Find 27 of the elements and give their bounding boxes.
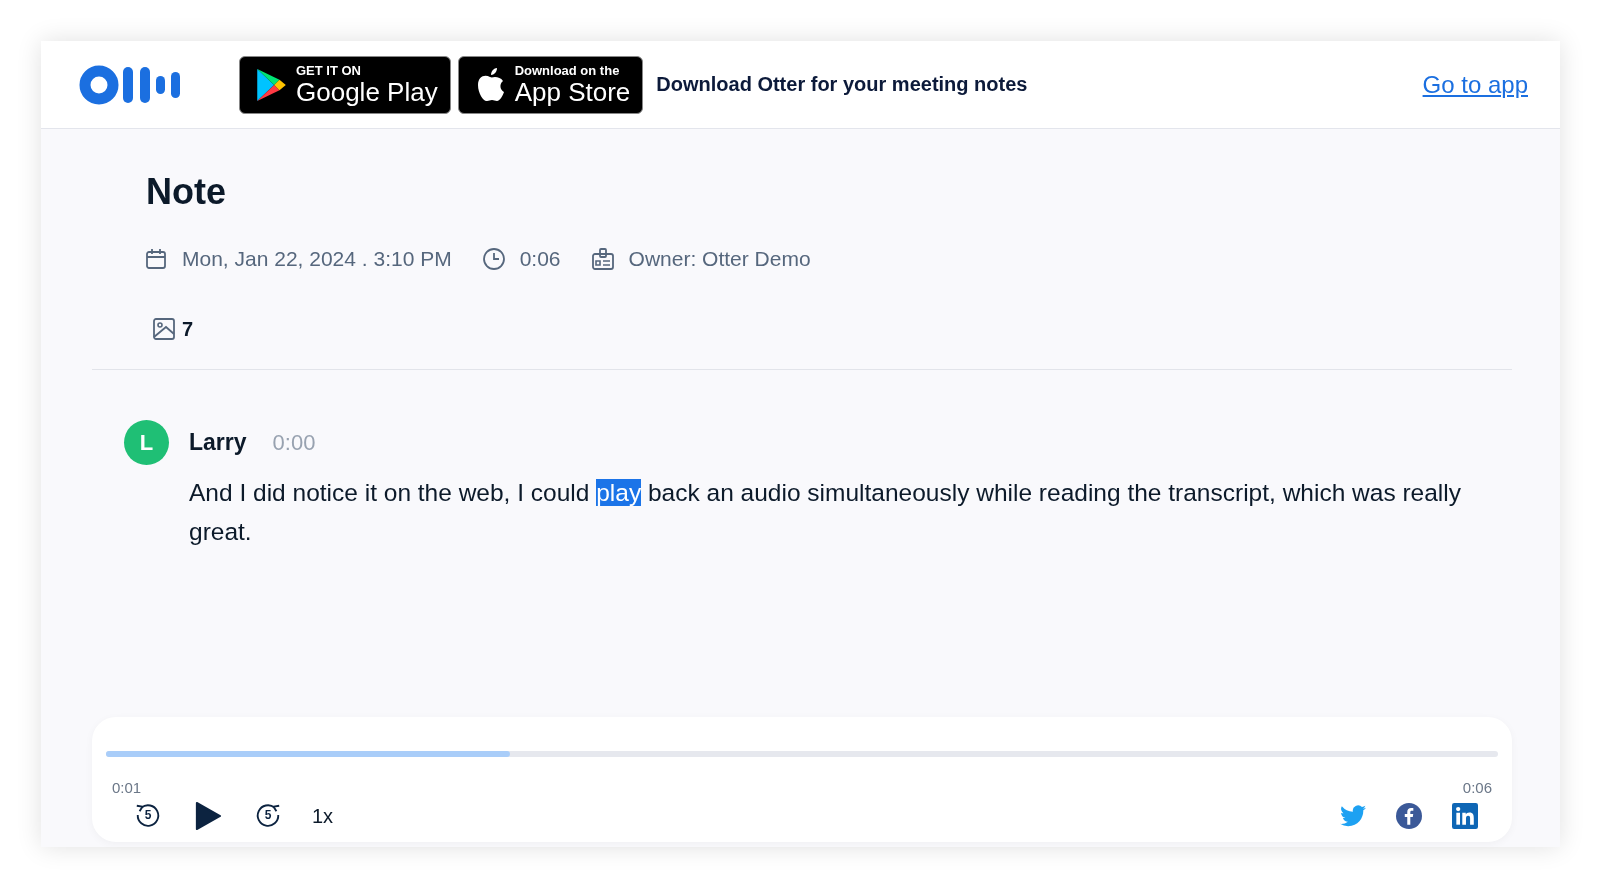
note-date: Mon, Jan 22, 2024 . 3:10 PM: [182, 247, 452, 271]
clock-icon: [481, 247, 506, 271]
calendar-icon: [144, 247, 168, 271]
note-owner: Owner: Otter Demo: [628, 247, 811, 271]
twitter-icon[interactable]: [1340, 803, 1366, 829]
timestamp: 0:00: [272, 429, 316, 456]
transcript-text: And I did notice it on the web, I could play back an audio simultaneously while reading the transcript, which was really great.: [189, 478, 1462, 547]
speaker-name: Larry: [189, 429, 247, 456]
note-title: Note: [146, 171, 227, 213]
forward-button[interactable]: 5: [252, 800, 284, 832]
app-store-badge[interactable]: Download on the App Store: [457, 55, 644, 114]
image-count: 7: [182, 317, 194, 341]
go-to-app-link[interactable]: Go to app: [1422, 70, 1528, 99]
speaker-avatar: L: [124, 420, 169, 465]
linkedin-icon[interactable]: [1452, 803, 1478, 829]
id-badge-icon: [590, 247, 615, 271]
image-icon: [152, 317, 176, 341]
rewind-button[interactable]: 5: [132, 800, 164, 832]
facebook-icon[interactable]: [1396, 803, 1422, 829]
logo-icon: [79, 64, 183, 105]
speed-button[interactable]: 1x: [312, 804, 334, 828]
tagline: Download Otter for your meeting notes: [656, 73, 1028, 96]
google-play-badge[interactable]: GET IT ON Google Play: [239, 55, 451, 114]
note-duration: 0:06: [519, 247, 561, 271]
play-triangle-icon: [254, 66, 288, 103]
total-time: 0:06: [1462, 779, 1492, 796]
current-time: 0:01: [112, 779, 142, 796]
